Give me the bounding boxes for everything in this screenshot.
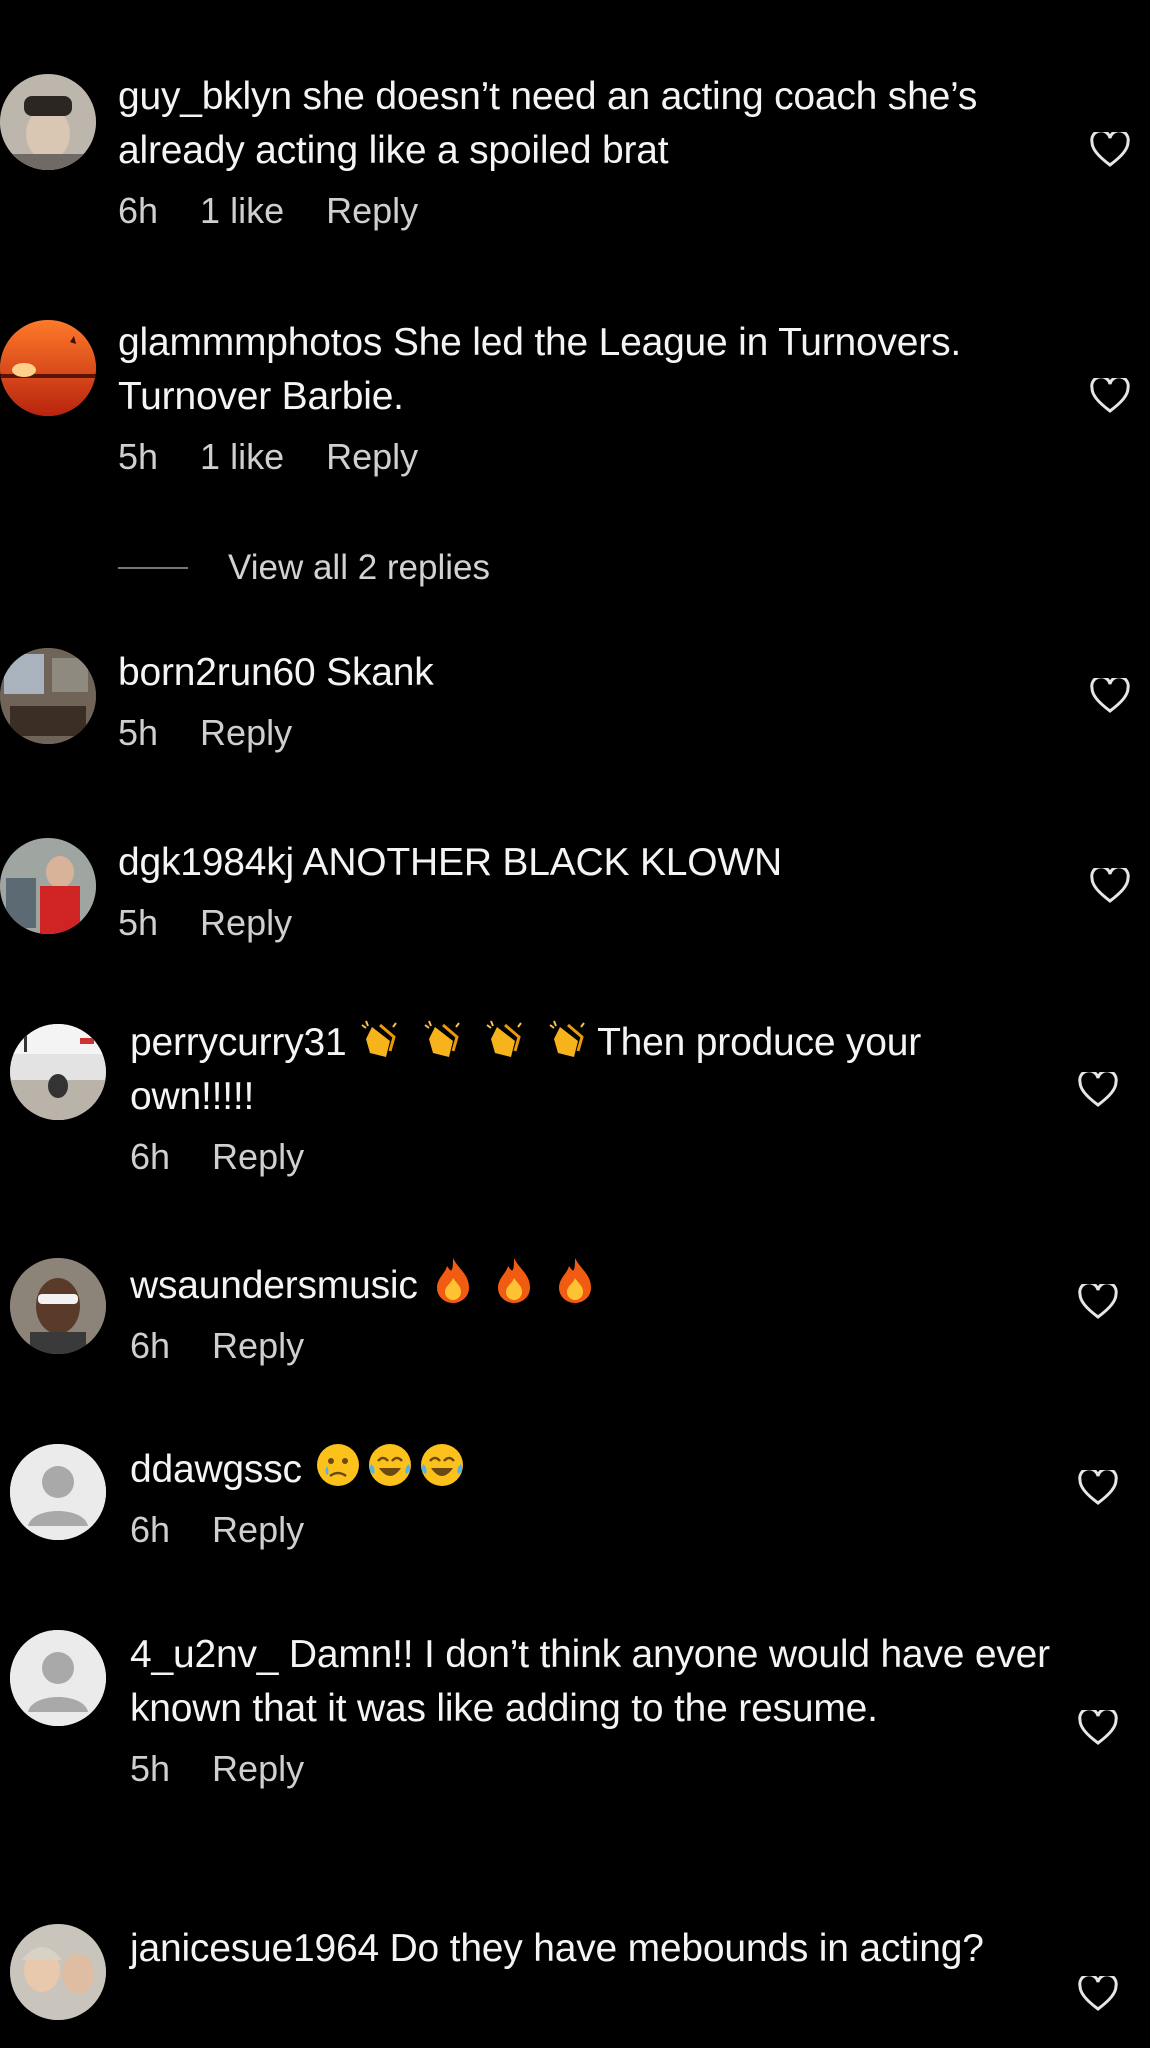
- heart-outline-icon[interactable]: [1078, 1470, 1118, 1506]
- reply-button[interactable]: Reply: [212, 1748, 304, 1790]
- heart-outline-icon[interactable]: [1090, 132, 1130, 168]
- comment-meta: 5h Reply: [130, 1748, 1050, 1790]
- comment-username[interactable]: 4_u2nv_: [130, 1633, 278, 1676]
- comment-text: perrycurry31 Then produce your own!!!!!: [130, 1016, 1050, 1124]
- divider: [118, 567, 188, 569]
- avatar[interactable]: [0, 838, 96, 934]
- tears-of-joy-icon: [369, 1444, 412, 1486]
- comment-body: ANOTHER BLACK KLOWN: [302, 841, 783, 884]
- comment-time: 5h: [118, 712, 159, 753]
- view-replies-link[interactable]: View all 2 replies: [118, 548, 490, 588]
- comment-likes[interactable]: 1 like: [200, 436, 284, 478]
- heart-outline-icon[interactable]: [1090, 678, 1130, 714]
- reply-button[interactable]: Reply: [200, 902, 292, 944]
- default-avatar-icon[interactable]: [10, 1630, 106, 1726]
- heart-outline-icon[interactable]: [1078, 1710, 1118, 1746]
- clapping-hands-icon: [361, 1020, 397, 1057]
- clapping-hands-icon: [549, 1020, 585, 1057]
- heart-outline-icon[interactable]: [1078, 1072, 1118, 1108]
- tears-of-joy-icon: [421, 1444, 464, 1486]
- comment-username[interactable]: janicesue1964: [130, 1927, 379, 1970]
- comment-body: Skank: [326, 651, 434, 694]
- comment-meta: 5h Reply: [118, 902, 1048, 944]
- avatar[interactable]: [10, 1258, 106, 1354]
- heart-outline-icon[interactable]: [1078, 1976, 1118, 2012]
- reply-button[interactable]: Reply: [200, 712, 292, 754]
- comment-time: 5h: [130, 1748, 171, 1789]
- crying-face-icon: [317, 1444, 360, 1486]
- avatar[interactable]: [0, 74, 96, 170]
- comments-feed: guy_bklyn she doesn’t need an acting coa…: [0, 0, 1150, 2048]
- fire-icon: [558, 1258, 591, 1303]
- comment-time: 6h: [130, 1136, 171, 1177]
- comment-text: wsaundersmusic: [130, 1256, 1050, 1313]
- comment-likes[interactable]: 1 like: [200, 190, 284, 232]
- reply-button[interactable]: Reply: [326, 436, 418, 478]
- clapping-hands-icon: [424, 1020, 460, 1057]
- heart-outline-icon[interactable]: [1090, 378, 1130, 414]
- fire-icon: [497, 1258, 530, 1303]
- reply-button[interactable]: Reply: [212, 1136, 304, 1178]
- heart-outline-icon[interactable]: [1090, 868, 1130, 904]
- comment-text: born2run60 Skank: [118, 646, 1048, 700]
- comment-username[interactable]: born2run60: [118, 651, 316, 694]
- comment-text: dgk1984kj ANOTHER BLACK KLOWN: [118, 836, 1048, 890]
- comment-username[interactable]: wsaundersmusic: [130, 1264, 418, 1307]
- comment-meta: 6h Reply: [130, 1136, 1050, 1178]
- avatar[interactable]: [0, 648, 96, 744]
- avatar[interactable]: [10, 1024, 106, 1120]
- comment-time: 6h: [118, 190, 159, 231]
- comment-text: ddawgssc: [130, 1442, 1050, 1497]
- comment-meta: 5h 1 like Reply: [118, 436, 1048, 478]
- comment-username[interactable]: ddawgssc: [130, 1448, 302, 1491]
- comment-time: 6h: [130, 1325, 171, 1366]
- comment-username[interactable]: dgk1984kj: [118, 841, 294, 884]
- fire-icon: [437, 1258, 470, 1303]
- comment-text: guy_bklyn she doesn’t need an acting coa…: [118, 70, 1048, 178]
- reply-button[interactable]: Reply: [212, 1325, 304, 1367]
- reply-button[interactable]: Reply: [212, 1509, 304, 1551]
- comment-body: Do they have mebounds in acting?: [389, 1927, 984, 1970]
- comment-time: 6h: [130, 1509, 171, 1550]
- avatar[interactable]: [0, 320, 96, 416]
- view-replies-label: View all 2 replies: [228, 548, 490, 587]
- comment-text: 4_u2nv_ Damn!! I don’t think anyone woul…: [130, 1628, 1050, 1736]
- clapping-hands-icon: [486, 1020, 523, 1057]
- comment-time: 5h: [118, 902, 159, 943]
- comment-username[interactable]: guy_bklyn: [118, 75, 292, 118]
- comment-meta: 6h Reply: [130, 1325, 1050, 1367]
- comment-username[interactable]: glammmphotos: [118, 321, 382, 364]
- default-avatar-icon[interactable]: [10, 1444, 106, 1540]
- comment-meta: 6h Reply: [130, 1509, 1050, 1551]
- comment-username[interactable]: perrycurry31: [130, 1021, 347, 1064]
- comment-time: 5h: [118, 436, 159, 477]
- avatar[interactable]: [10, 1924, 106, 2020]
- comment-text: janicesue1964 Do they have mebounds in a…: [130, 1922, 1050, 1976]
- heart-outline-icon[interactable]: [1078, 1284, 1118, 1320]
- comment-meta: 5h Reply: [118, 712, 1048, 754]
- comment-text: glammmphotos She led the League in Turno…: [118, 316, 1048, 424]
- reply-button[interactable]: Reply: [326, 190, 418, 232]
- comment-meta: 6h 1 like Reply: [118, 190, 1048, 232]
